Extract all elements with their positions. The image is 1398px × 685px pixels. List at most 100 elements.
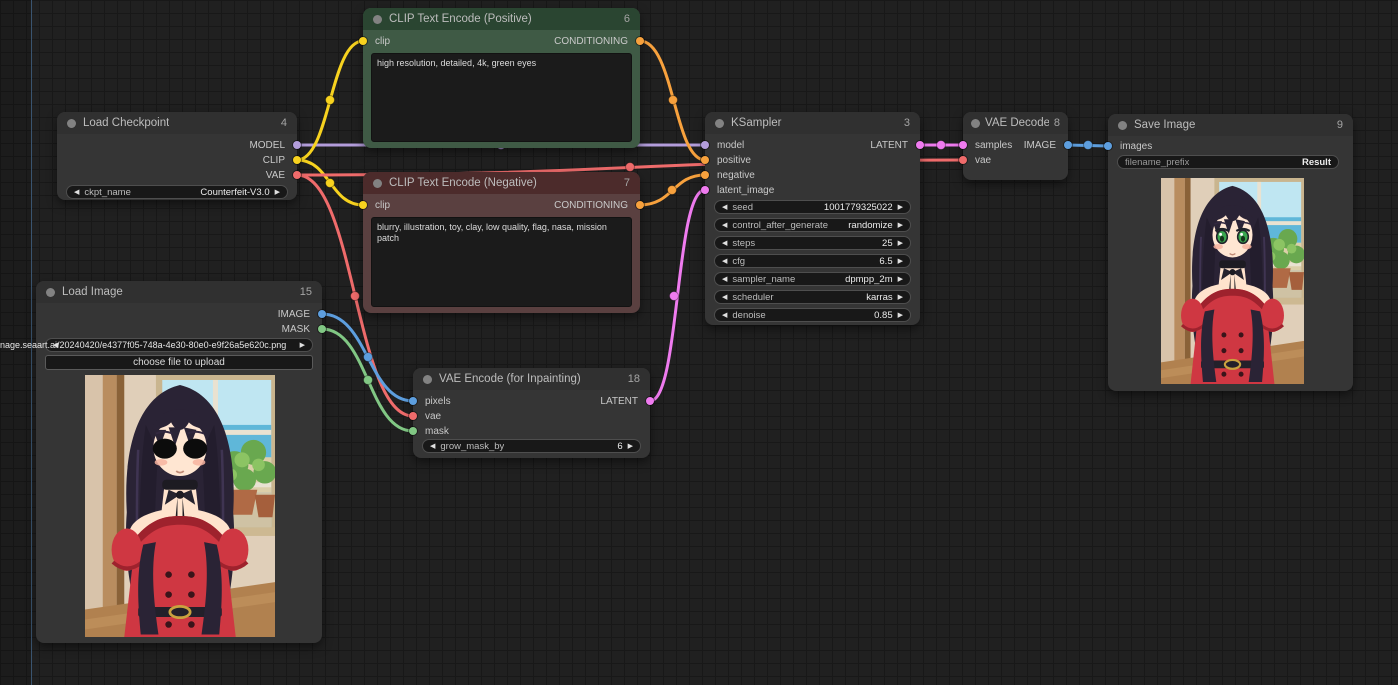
increment-icon[interactable]: ▶ [898,276,903,283]
sampler-name-widget[interactable]: ◀ sampler_name dpmpp_2m ▶ [714,272,911,286]
input-negative[interactable]: negative [705,169,755,181]
node-load-checkpoint[interactable]: Load Checkpoint 4 MODEL CLIP VAE ◀ ckpt_… [57,112,297,200]
choose-file-button[interactable]: choose file to upload [45,355,313,370]
node-vae-encode-inpainting[interactable]: VAE Encode (for Inpainting) 18 pixels va… [413,368,650,458]
decrement-icon[interactable]: ◀ [722,258,727,265]
control-after-generate-widget[interactable]: ◀ control_after_generate randomize ▶ [714,218,911,232]
increment-icon[interactable]: ▶ [898,294,903,301]
node-clip-text-encode-negative[interactable]: CLIP Text Encode (Negative) 7 clip CONDI… [363,172,640,313]
input-samples[interactable]: samples [963,139,1012,151]
conditioning-port-dot[interactable] [701,171,709,179]
conditioning-port-dot[interactable] [636,201,644,209]
widget-label: steps [732,238,755,249]
image-port-dot[interactable] [409,397,417,405]
image-file-widget[interactable]: nage.seaart.ai/20240420/e4377f05-748a-4e… [45,338,313,352]
decrement-icon[interactable]: ◀ [722,240,727,247]
conditioning-port-dot[interactable] [701,156,709,164]
input-clip[interactable]: clip [363,35,390,47]
increment-icon[interactable]: ▶ [898,258,903,265]
latent-port-dot[interactable] [701,186,709,194]
output-vae[interactable]: VAE [266,169,297,181]
output-conditioning[interactable]: CONDITIONING [554,199,640,211]
clip-port-dot[interactable] [359,201,367,209]
vae-port-dot[interactable] [409,412,417,420]
decrement-icon[interactable]: ◀ [722,222,727,229]
negative-prompt-textarea[interactable]: blurry, illustration, toy, clay, low qua… [371,217,632,307]
input-images[interactable]: images [1108,140,1152,152]
node-clip-text-encode-positive[interactable]: CLIP Text Encode (Positive) 6 clip CONDI… [363,8,640,148]
node-save-image[interactable]: Save Image 9 images filename_prefix Resu… [1108,114,1353,391]
node-header[interactable]: CLIP Text Encode (Positive) 6 [363,8,640,30]
increment-icon[interactable]: ▶ [300,342,305,349]
output-model[interactable]: MODEL [249,139,297,151]
output-clip[interactable]: CLIP [263,154,297,166]
clip-port-dot[interactable] [293,156,301,164]
widget-label: denoise [732,310,765,321]
node-header[interactable]: Load Image 15 [36,281,322,303]
cfg-widget[interactable]: ◀ cfg 6.5 ▶ [714,254,911,268]
node-header[interactable]: VAE Decode 8 [963,112,1068,134]
increment-icon[interactable]: ▶ [898,204,903,211]
output-conditioning[interactable]: CONDITIONING [554,35,640,47]
ckpt-name-widget[interactable]: ◀ ckpt_name Counterfeit-V3.0 ▶ [66,185,288,199]
input-latent-image[interactable]: latent_image [705,184,774,196]
node-load-image[interactable]: Load Image 15 IMAGE MASK nage.seaart.ai/… [36,281,322,643]
decrement-icon[interactable]: ◀ [722,312,727,319]
seed-widget[interactable]: ◀ seed 1001779325022 ▶ [714,200,911,214]
port-label: LATENT [870,140,908,151]
mask-port-dot[interactable] [409,427,417,435]
latent-port-dot[interactable] [646,397,654,405]
increment-icon[interactable]: ▶ [898,222,903,229]
decrement-icon[interactable]: ◀ [53,342,58,349]
input-mask[interactable]: mask [413,425,449,437]
latent-port-dot[interactable] [959,141,967,149]
widget-label: filename_prefix [1125,157,1189,168]
decrement-icon[interactable]: ◀ [722,204,727,211]
image-port-dot[interactable] [1064,141,1072,149]
denoise-widget[interactable]: ◀ denoise 0.85 ▶ [714,308,911,322]
conditioning-port-dot[interactable] [636,37,644,45]
filename-prefix-widget[interactable]: filename_prefix Result [1117,155,1339,169]
grow-mask-by-widget[interactable]: ◀ grow_mask_by 6 ▶ [422,439,641,453]
clip-port-dot[interactable] [359,37,367,45]
increment-icon[interactable]: ▶ [898,240,903,247]
input-pixels[interactable]: pixels [413,395,451,407]
output-latent[interactable]: LATENT [870,139,920,151]
decrement-icon[interactable]: ◀ [430,443,435,450]
increment-icon[interactable]: ▶ [898,312,903,319]
input-model[interactable]: model [705,139,744,151]
scheduler-widget[interactable]: ◀ scheduler karras ▶ [714,290,911,304]
decrement-icon[interactable]: ◀ [722,276,727,283]
increment-icon[interactable]: ▶ [628,443,633,450]
node-header[interactable]: Load Checkpoint 4 [57,112,297,134]
node-header[interactable]: KSampler 3 [705,112,920,134]
graph-canvas[interactable]: Load Checkpoint 4 MODEL CLIP VAE ◀ ckpt_… [0,0,1398,685]
vae-port-dot[interactable] [959,156,967,164]
image-port-dot[interactable] [318,310,326,318]
output-latent[interactable]: LATENT [600,395,650,407]
steps-widget[interactable]: ◀ steps 25 ▶ [714,236,911,250]
node-ksampler[interactable]: KSampler 3 model positive negative laten… [705,112,920,325]
node-header[interactable]: CLIP Text Encode (Negative) 7 [363,172,640,194]
decrement-icon[interactable]: ◀ [74,189,79,196]
input-clip[interactable]: clip [363,199,390,211]
input-positive[interactable]: positive [705,154,751,166]
decrement-icon[interactable]: ◀ [722,294,727,301]
output-image[interactable]: IMAGE [278,308,322,320]
input-vae[interactable]: vae [963,154,991,166]
node-status-dot [971,119,980,128]
image-port-dot[interactable] [1104,142,1112,150]
mask-port-dot[interactable] [318,325,326,333]
output-mask[interactable]: MASK [282,323,322,335]
output-image[interactable]: IMAGE [1024,139,1068,151]
node-header[interactable]: VAE Encode (for Inpainting) 18 [413,368,650,390]
positive-prompt-textarea[interactable]: high resolution, detailed, 4k, green eye… [371,53,632,142]
model-port-dot[interactable] [293,141,301,149]
node-vae-decode[interactable]: VAE Decode 8 samples vae IMAGE [963,112,1068,180]
increment-icon[interactable]: ▶ [275,189,280,196]
vae-port-dot[interactable] [293,171,301,179]
latent-port-dot[interactable] [916,141,924,149]
node-header[interactable]: Save Image 9 [1108,114,1353,136]
input-vae[interactable]: vae [413,410,441,422]
model-port-dot[interactable] [701,141,709,149]
